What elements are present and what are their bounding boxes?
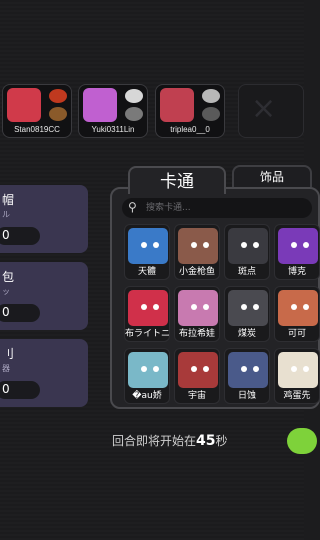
character-name: 宇宙: [187, 391, 206, 401]
character-portrait: [228, 228, 268, 264]
eye-icon: [291, 242, 297, 248]
character-card[interactable]: 煤炭: [224, 286, 270, 342]
left-panel-weapon[interactable]: 刂 器 0: [0, 339, 88, 407]
accessory-icon: [49, 107, 67, 121]
close-icon: ×: [251, 91, 277, 126]
character-name: 鸡蛋先: [283, 391, 311, 401]
character-name: 煤炭: [237, 329, 256, 339]
search-input[interactable]: [146, 200, 296, 216]
character-portrait: [228, 290, 268, 326]
character-card[interactable]: 斑点: [224, 224, 270, 280]
player-avatar: [160, 88, 194, 122]
character-portrait: [178, 352, 218, 388]
accessory-icon: [202, 89, 220, 103]
character-portrait: [278, 228, 318, 264]
eye-icon: [153, 242, 159, 248]
eye-icon: [203, 366, 209, 372]
player-card-1[interactable]: Stan0819CC: [2, 84, 72, 138]
character-card[interactable]: 天體: [124, 224, 170, 280]
panel-subtitle: 器: [2, 364, 10, 373]
empty-player-slot[interactable]: ×: [238, 84, 304, 138]
character-name: �au娇: [132, 391, 162, 401]
eye-icon: [303, 304, 309, 310]
eye-icon: [241, 242, 247, 248]
character-card[interactable]: 可可: [274, 286, 320, 342]
character-name: 斑点: [237, 267, 256, 277]
eye-icon: [291, 366, 297, 372]
eye-icon: [203, 304, 209, 310]
player-avatar: [7, 88, 41, 122]
character-card[interactable]: 鸡蛋先: [274, 348, 320, 404]
left-panel-hat[interactable]: 帽 ル 0: [0, 185, 88, 253]
character-portrait: [178, 290, 218, 326]
player-avatar: [83, 88, 117, 122]
left-panel-bag[interactable]: 包 ッ 0: [0, 262, 88, 330]
tab-accessories[interactable]: 饰品: [232, 165, 312, 187]
character-portrait: [128, 228, 168, 264]
character-portrait: [178, 228, 218, 264]
countdown-text: 回合即将开始在45秒: [112, 433, 228, 449]
character-name: 日蚀: [237, 391, 256, 401]
character-portrait: [278, 290, 318, 326]
character-name: 可可: [287, 329, 306, 339]
panel-subtitle: ッ: [2, 287, 10, 296]
eye-icon: [191, 366, 197, 372]
character-card[interactable]: 日蚀: [224, 348, 270, 404]
character-name: 博克: [287, 267, 306, 277]
panel-subtitle: ル: [2, 210, 10, 219]
eye-icon: [203, 242, 209, 248]
countdown-seconds: 45: [196, 433, 216, 449]
character-card[interactable]: �au娇: [124, 348, 170, 404]
eye-icon: [253, 304, 259, 310]
character-portrait: [128, 290, 168, 326]
eye-icon: [241, 304, 247, 310]
panel-title: 包: [2, 270, 15, 284]
character-card[interactable]: 博克: [274, 224, 320, 280]
panel-value: 0: [0, 304, 40, 322]
eye-icon: [303, 242, 309, 248]
eye-icon: [253, 366, 259, 372]
character-name: 布拉希娃: [178, 329, 215, 339]
character-card[interactable]: 宇宙: [174, 348, 220, 404]
character-card[interactable]: 布ライトニー: [124, 286, 170, 342]
player-card-2[interactable]: Yuki0311Lin: [78, 84, 148, 138]
character-card[interactable]: 布拉希娃: [174, 286, 220, 342]
eye-icon: [241, 366, 247, 372]
ready-button[interactable]: [287, 428, 317, 454]
character-name: 天體: [137, 267, 156, 277]
character-name: 布ライトニー: [125, 329, 169, 339]
eye-icon: [303, 366, 309, 372]
panel-value: 0: [0, 227, 40, 245]
eye-icon: [291, 304, 297, 310]
eye-icon: [141, 242, 147, 248]
player-name: triplea0__0: [170, 125, 210, 134]
eye-icon: [191, 304, 197, 310]
character-card[interactable]: 小金枪鱼: [174, 224, 220, 280]
panel-title: 帽: [2, 193, 15, 207]
player-card-3[interactable]: triplea0__0: [155, 84, 225, 138]
eye-icon: [153, 304, 159, 310]
eye-icon: [191, 242, 197, 248]
eye-icon: [141, 304, 147, 310]
character-portrait: [228, 352, 268, 388]
eye-icon: [141, 366, 147, 372]
tab-cartoon[interactable]: 卡通: [128, 166, 226, 194]
search-icon: ⚲: [128, 200, 137, 214]
character-portrait: [128, 352, 168, 388]
character-name: 小金枪鱼: [178, 267, 215, 277]
accessory-icon: [125, 89, 143, 103]
player-name: Stan0819CC: [14, 125, 60, 134]
character-portrait: [278, 352, 318, 388]
panel-value: 0: [0, 381, 40, 399]
eye-icon: [153, 366, 159, 372]
player-name: Yuki0311Lin: [91, 125, 135, 134]
accessory-icon: [49, 89, 67, 103]
eye-icon: [253, 242, 259, 248]
accessory-icon: [202, 107, 220, 121]
search-bar[interactable]: ⚲: [122, 198, 312, 218]
panel-title: 刂: [2, 347, 15, 361]
accessory-icon: [125, 107, 143, 121]
